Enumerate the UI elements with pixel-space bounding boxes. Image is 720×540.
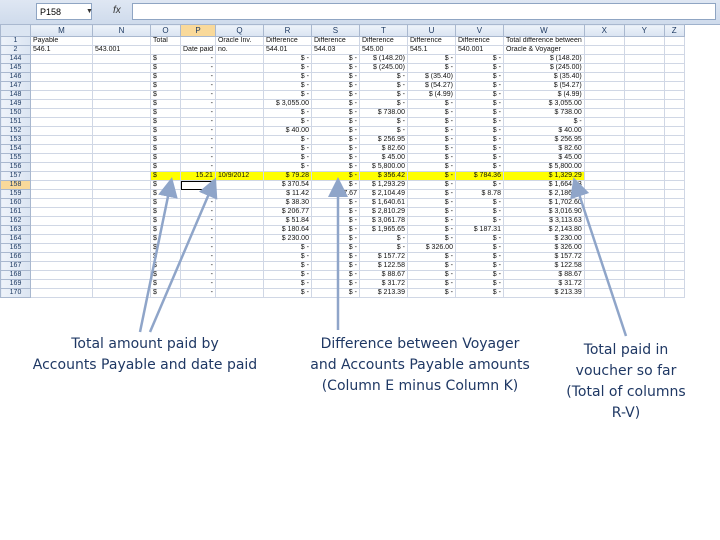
caption-difference: Difference between Voyager and Accounts … — [310, 336, 530, 394]
arrow-to-amount-paid — [138, 177, 178, 333]
caption-voucher-total: Total paid in voucher so far (Total of c… — [566, 342, 686, 421]
arrow-to-voucher-total — [570, 177, 628, 337]
caption-total-paid: Total amount paid by Accounts Payable an… — [32, 336, 258, 373]
arrow-to-date-paid — [148, 177, 218, 333]
annotation-arrows — [138, 177, 628, 337]
